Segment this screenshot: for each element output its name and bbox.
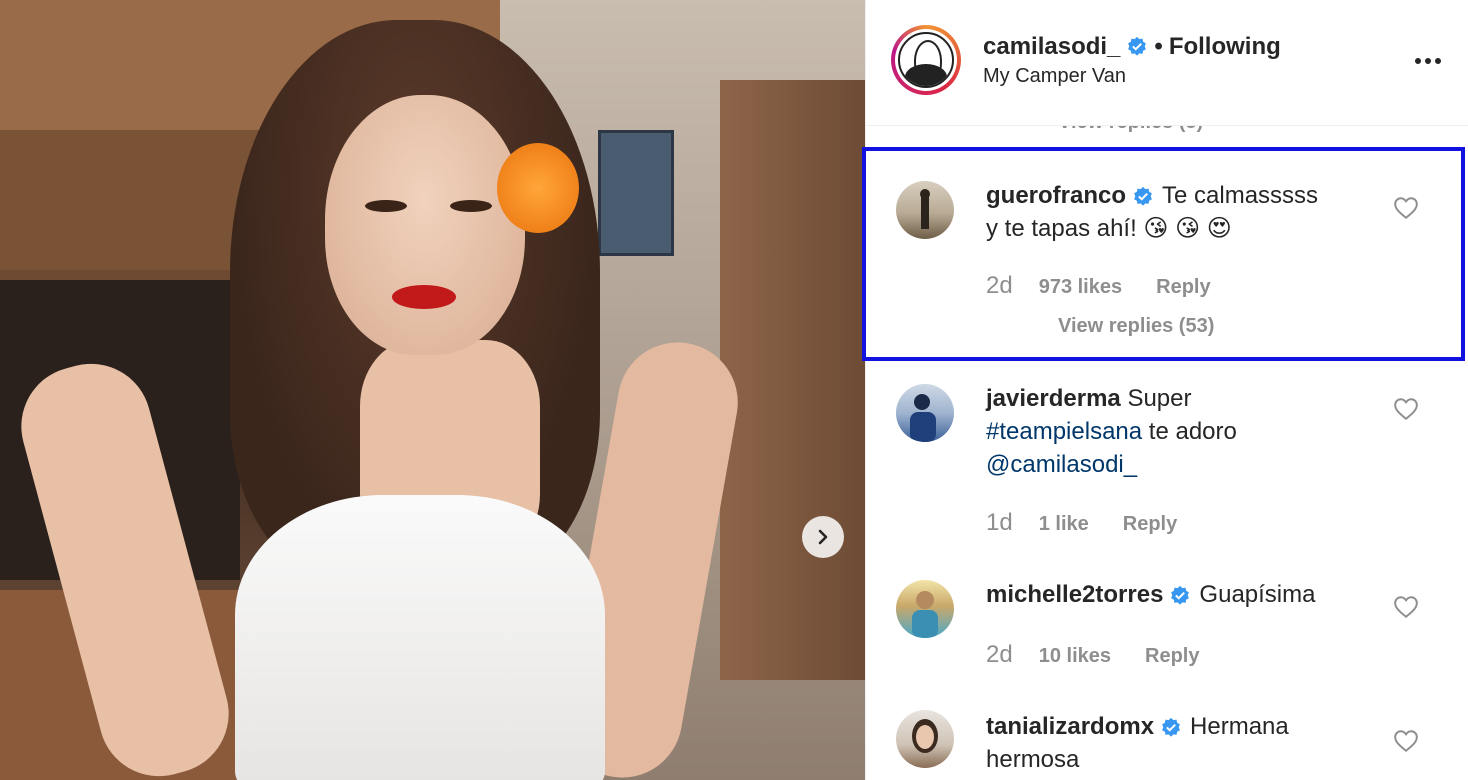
- verified-badge-icon: [1134, 186, 1152, 206]
- comment-body: guerofranco Te calmasssss y te tapas ahí…: [986, 179, 1366, 245]
- comment-text: Super: [1127, 385, 1192, 412]
- comment-meta: 2d 10 likes Reply: [986, 641, 1199, 669]
- header-separator: •: [1154, 33, 1163, 60]
- wall-panel: [598, 130, 674, 256]
- following-button[interactable]: Following: [1169, 33, 1281, 61]
- white-dress: [235, 495, 605, 780]
- door-background: [720, 80, 865, 680]
- comment-username[interactable]: javierderma: [986, 385, 1121, 412]
- commenter-avatar[interactable]: [896, 181, 954, 239]
- verified-badge-icon: [1162, 717, 1180, 737]
- comment-username[interactable]: michelle2torres: [986, 581, 1163, 608]
- comment-time[interactable]: 2d: [986, 272, 1013, 300]
- comment-text: Guapísima: [1199, 581, 1316, 608]
- next-photo-button[interactable]: [802, 516, 844, 558]
- commenter-avatar[interactable]: [896, 710, 954, 768]
- comment-time[interactable]: 2d: [986, 641, 1013, 669]
- post-location[interactable]: My Camper Van: [983, 65, 1126, 88]
- comments-panel: camilasodi_ • Following My Camper Van Vi…: [865, 0, 1468, 780]
- comment-time[interactable]: 1d: [986, 509, 1013, 537]
- verified-badge-icon: [1128, 36, 1147, 56]
- comment-username[interactable]: guerofranco: [986, 182, 1126, 209]
- comment-body: javierderma Super #teampielsana te adoro…: [986, 382, 1366, 481]
- chevron-right-icon: [818, 529, 828, 545]
- comment-body: michelle2torres Guapísima: [986, 578, 1366, 611]
- comment-likes[interactable]: 973 likes: [1039, 276, 1122, 299]
- verified-badge-icon: [1171, 585, 1190, 605]
- heart-icon[interactable]: [1393, 195, 1419, 221]
- comment-text: Te calmasssss: [1162, 182, 1319, 209]
- reply-button[interactable]: Reply: [1123, 513, 1177, 536]
- reply-button[interactable]: Reply: [1156, 276, 1210, 299]
- comment-text: Hermana: [1190, 713, 1289, 740]
- commenter-avatar[interactable]: [896, 580, 954, 638]
- author-username[interactable]: camilasodi_: [983, 33, 1120, 61]
- comment-text: te adoro: [1148, 418, 1237, 445]
- comment-username[interactable]: tanializardomx: [986, 713, 1154, 740]
- author-line: camilasodi_ • Following: [983, 33, 1281, 61]
- heart-icon[interactable]: [1393, 594, 1419, 620]
- comment-text: y te tapas ahí! 😘 😘 😍: [986, 215, 1232, 242]
- person-eye: [365, 200, 407, 212]
- reply-button[interactable]: Reply: [1145, 645, 1199, 668]
- avatar-illustration: [898, 32, 954, 88]
- commenter-avatar[interactable]: [896, 384, 954, 442]
- mention-link[interactable]: @camilasodi_: [986, 451, 1137, 478]
- heart-icon[interactable]: [1393, 396, 1419, 422]
- person-lips: [392, 285, 456, 309]
- comment-text: hermosa: [986, 746, 1080, 773]
- comment-likes[interactable]: 1 like: [1039, 513, 1089, 536]
- more-options-icon[interactable]: [1413, 46, 1443, 76]
- comment-meta: 2d 973 likes Reply: [986, 272, 1211, 300]
- hair-flower: [497, 143, 579, 233]
- post-header: camilasodi_ • Following My Camper Van: [866, 0, 1468, 126]
- comment-meta: 1d 1 like Reply: [986, 509, 1177, 537]
- comment-body: tanializardomx Hermana hermosa: [986, 710, 1366, 776]
- person-eye: [450, 200, 492, 212]
- author-avatar[interactable]: [891, 25, 961, 95]
- hashtag-link[interactable]: #teampielsana: [986, 418, 1142, 445]
- comment-likes[interactable]: 10 likes: [1039, 645, 1111, 668]
- person-face: [325, 95, 525, 355]
- heart-icon[interactable]: [1393, 728, 1419, 754]
- post-photo[interactable]: [0, 0, 865, 780]
- view-replies-link[interactable]: View replies (53): [1058, 315, 1214, 338]
